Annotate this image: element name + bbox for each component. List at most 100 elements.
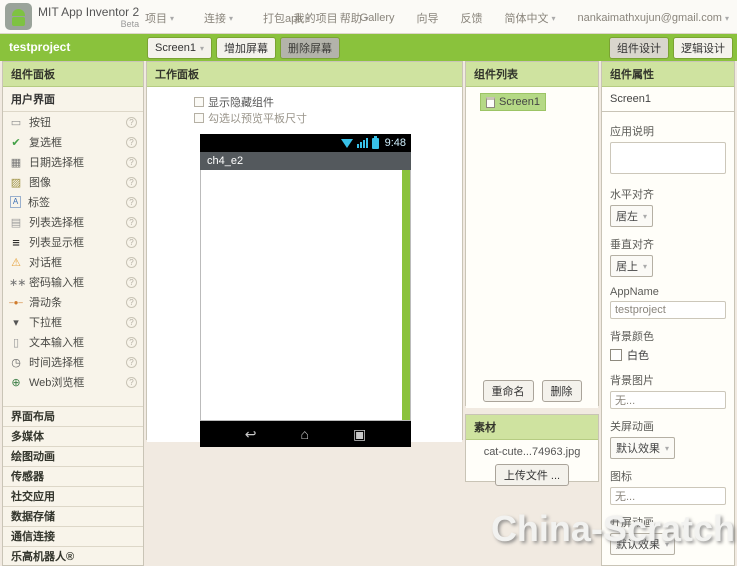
home-icon[interactable]: ⌂	[301, 426, 309, 442]
palette-panel: 组件面板 用户界面 ▭ 按钮 ? ✔ 复选框 ? ▦ 日期选择框 ? ▨ 图像 …	[2, 61, 144, 566]
palette-item-label: 复选框	[29, 134, 120, 150]
help-icon[interactable]: ?	[126, 237, 137, 248]
spinner-icon: ▾	[9, 316, 23, 329]
recents-icon[interactable]: ▣	[353, 426, 366, 443]
palette-section-connectivity[interactable]: 通信连接	[3, 527, 143, 547]
prop-appname: AppName	[610, 286, 726, 319]
link-feedback[interactable]: 反馈	[461, 10, 483, 26]
viewer-title: 工作面板	[147, 62, 462, 87]
prop-label: AppName	[610, 286, 726, 298]
palette-section-user-interface[interactable]: 用户界面	[3, 87, 143, 112]
help-icon[interactable]: ?	[126, 217, 137, 228]
upload-file-button[interactable]: 上传文件 ...	[495, 464, 569, 486]
palette-item-spinner[interactable]: ▾ 下拉框 ?	[3, 312, 143, 332]
prop-horizontal-align: 水平对齐 居左▾	[610, 186, 726, 227]
palette-item-webviewer[interactable]: ⊕ Web浏览框 ?	[3, 372, 143, 392]
help-icon[interactable]: ?	[126, 117, 137, 128]
status-time: 9:48	[385, 137, 406, 149]
palette-item-listview[interactable]: ≡ 列表显示框 ?	[3, 232, 143, 252]
prop-label: 关屏动画	[610, 418, 726, 434]
palette-item-button[interactable]: ▭ 按钮 ?	[3, 112, 143, 132]
palette-item-listpicker[interactable]: ▤ 列表选择框 ?	[3, 212, 143, 232]
language-selector[interactable]: 简体中文▾	[505, 10, 556, 26]
help-icon[interactable]: ?	[126, 357, 137, 368]
palette-item-passwordtextbox[interactable]: ∗∗ 密码输入框 ?	[3, 272, 143, 292]
component-item-screen1[interactable]: Screen1	[480, 93, 546, 111]
wifi-icon	[341, 139, 353, 148]
menu-connect[interactable]: 连接▾	[204, 10, 233, 26]
palette-item-label: 日期选择框	[29, 154, 120, 170]
help-icon[interactable]: ?	[126, 137, 137, 148]
help-icon[interactable]: ?	[126, 177, 137, 188]
chevron-down-icon: ▾	[665, 540, 669, 549]
horizontal-align-dropdown[interactable]: 居左▾	[610, 205, 653, 227]
help-icon[interactable]: ?	[126, 317, 137, 328]
chevron-down-icon: ▾	[229, 14, 233, 23]
prop-label: 垂直对齐	[610, 236, 726, 252]
palette-section-media[interactable]: 多媒体	[3, 427, 143, 447]
back-icon[interactable]: ↩	[245, 426, 257, 443]
appname-input[interactable]	[610, 301, 726, 319]
help-icon[interactable]: ?	[126, 197, 137, 208]
add-screen-button[interactable]: 增加屏幕	[216, 37, 276, 59]
help-icon[interactable]: ?	[126, 377, 137, 388]
link-guide[interactable]: 向导	[417, 10, 439, 26]
palette-item-label-component[interactable]: A 标签 ?	[3, 192, 143, 212]
remove-screen-button[interactable]: 删除屏幕	[280, 37, 340, 59]
help-icon[interactable]: ?	[126, 157, 137, 168]
link-my-projects[interactable]: 我的项目	[294, 10, 338, 26]
help-icon[interactable]: ?	[126, 297, 137, 308]
palette-section-sensors[interactable]: 传感器	[3, 467, 143, 487]
palette-section-social[interactable]: 社交应用	[3, 487, 143, 507]
delete-button[interactable]: 删除	[542, 380, 582, 402]
app-description-input[interactable]	[610, 142, 726, 174]
android-logo-icon	[5, 3, 32, 30]
phone-screen-canvas[interactable]	[200, 170, 411, 421]
palette-item-checkbox[interactable]: ✔ 复选框 ?	[3, 132, 143, 152]
menu-project[interactable]: 项目▾	[145, 10, 174, 26]
help-icon[interactable]: ?	[126, 257, 137, 268]
palette-section-storage[interactable]: 数据存储	[3, 507, 143, 527]
palette-section-drawing[interactable]: 绘图动画	[3, 447, 143, 467]
vertical-align-dropdown[interactable]: 居上▾	[610, 255, 653, 277]
palette-section-layout[interactable]: 界面布局	[3, 407, 143, 427]
prop-icon: 图标	[610, 468, 726, 505]
rename-button[interactable]: 重命名	[483, 380, 534, 402]
blocks-view-button[interactable]: 逻辑设计	[673, 37, 733, 59]
palette-item-textbox[interactable]: ▯ 文本输入框 ?	[3, 332, 143, 352]
help-icon[interactable]: ?	[126, 277, 137, 288]
checkbox-icon: ✔	[9, 136, 23, 149]
prop-background-color: 背景颜色 白色	[610, 328, 726, 363]
palette-item-image[interactable]: ▨ 图像 ?	[3, 172, 143, 192]
phone-mockup: 9:48 ch4_e2 ↩ ⌂ ▣	[200, 134, 411, 447]
media-file-item[interactable]: cat-cute...74963.jpg	[470, 446, 594, 458]
tablet-preview-checkbox[interactable]	[194, 113, 204, 123]
language-label: 简体中文	[505, 10, 549, 26]
listview-icon: ≡	[9, 235, 23, 250]
palette-item-timepicker[interactable]: ◷ 时间选择框 ?	[3, 352, 143, 372]
chevron-down-icon: ▾	[552, 14, 556, 23]
background-image-input[interactable]	[610, 391, 726, 409]
palette-item-notifier[interactable]: ⚠ 对话框 ?	[3, 252, 143, 272]
designer-view-button[interactable]: 组件设计	[609, 37, 669, 59]
palette-item-slider[interactable]: ‒●‒ 滑动条 ?	[3, 292, 143, 312]
background-color-swatch[interactable]	[610, 349, 622, 361]
component-actions: 重命名 删除	[466, 380, 598, 402]
palette-item-label: 对话框	[29, 254, 120, 270]
app-title: MIT App Inventor 2	[38, 5, 139, 19]
chevron-down-icon: ▾	[643, 212, 647, 221]
close-animation-dropdown[interactable]: 默认效果▾	[610, 437, 675, 459]
account-menu[interactable]: nankaimathxujun@gmail.com▾	[578, 12, 729, 24]
timepicker-icon: ◷	[9, 356, 23, 369]
background-color-value[interactable]: 白色	[627, 347, 649, 363]
help-icon[interactable]: ?	[126, 337, 137, 348]
screen-selector-dropdown[interactable]: Screen1▾	[147, 37, 212, 59]
link-gallery[interactable]: Gallery	[360, 12, 395, 24]
webviewer-icon: ⊕	[9, 376, 23, 389]
palette-item-datepicker[interactable]: ▦ 日期选择框 ?	[3, 152, 143, 172]
icon-input[interactable]	[610, 487, 726, 505]
palette-section-lego[interactable]: 乐高机器人®	[3, 547, 143, 566]
open-animation-dropdown[interactable]: 默认效果▾	[610, 533, 675, 555]
show-hidden-checkbox[interactable]	[194, 97, 204, 107]
notifier-icon: ⚠	[9, 256, 23, 269]
